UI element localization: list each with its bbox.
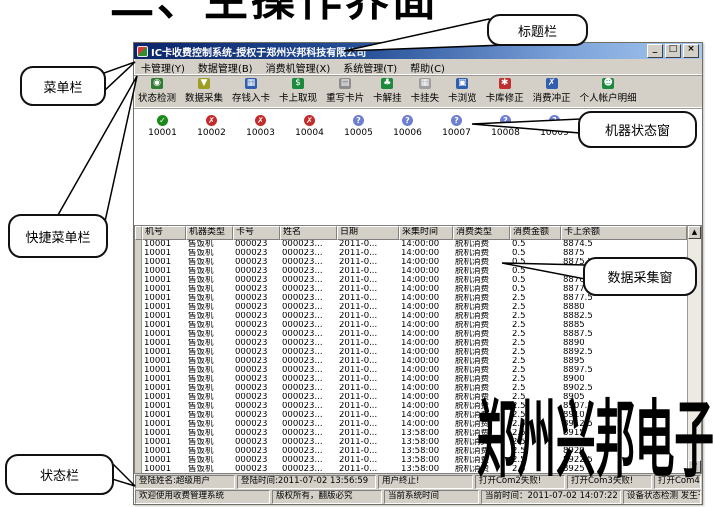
watermark-text: 郑州兴邦电子 — [477, 396, 714, 484]
callout-status-bar: 状态栏 — [5, 454, 114, 495]
callout-label: 状态栏 — [40, 465, 79, 484]
callout-pointer — [502, 263, 585, 279]
callout-title-bar: 标题栏 — [487, 14, 588, 46]
callout-label: 数据采集窗 — [607, 267, 672, 286]
callout-data-collection-window: 数据采集窗 — [583, 257, 697, 296]
callout-menu-bar: 菜单栏 — [20, 66, 106, 106]
callout-pointer — [112, 463, 135, 486]
callout-label: 标题栏 — [518, 21, 557, 40]
callout-label: 快捷菜单栏 — [25, 227, 90, 246]
callout-label: 菜单栏 — [43, 77, 82, 96]
callout-label: 机器状态窗 — [605, 120, 670, 139]
callout-machine-status-window: 机器状态窗 — [578, 111, 697, 148]
callout-shortcut-bar: 快捷菜单栏 — [8, 214, 108, 258]
callout-pointer — [472, 119, 580, 133]
callout-pointer — [344, 19, 504, 51]
